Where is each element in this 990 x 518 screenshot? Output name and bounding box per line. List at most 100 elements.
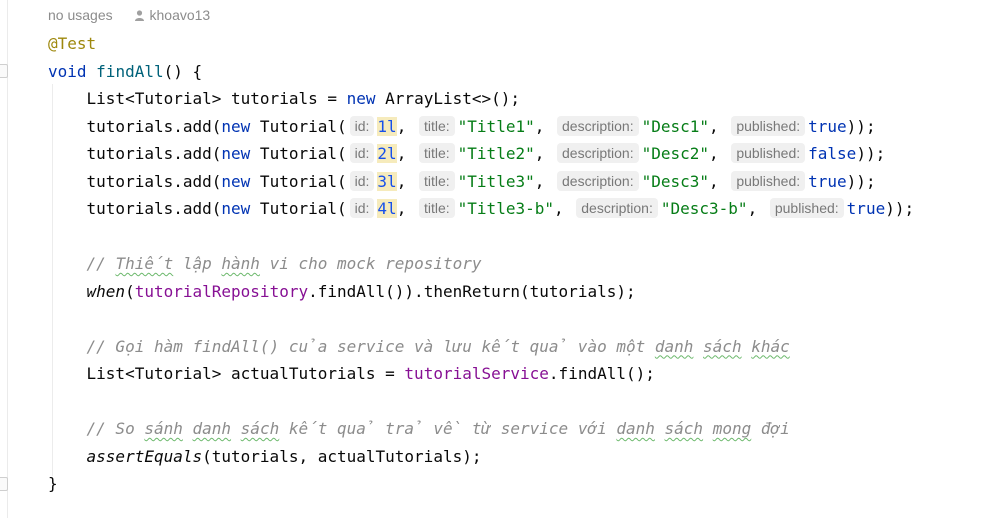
param-hint-title: title:	[418, 143, 455, 163]
annotation-test: @Test	[48, 34, 97, 53]
service-field: tutorialService	[404, 364, 549, 383]
code-line-assert: assertEquals(tutorials, actualTutorials)…	[48, 443, 914, 471]
comment-typo-word: sách	[664, 419, 704, 438]
comment-typo-word: sách	[240, 419, 280, 438]
code-line-add-1: tutorials.add(new Tutorial(id: 1l, title:…	[48, 113, 914, 141]
code-line-annotation: @Test	[48, 30, 914, 58]
param-hint-id: id:	[349, 143, 375, 163]
published-value: false	[808, 144, 857, 163]
when-rest: .findAll()).thenReturn(tutorials);	[308, 281, 636, 301]
comment-text	[655, 419, 665, 438]
add-end: ));	[846, 171, 876, 191]
add-prefix: tutorials.add(	[86, 116, 222, 136]
description-value: "Desc1"	[641, 116, 710, 136]
paren: (	[125, 281, 135, 301]
param-hint-description: description:	[557, 143, 639, 163]
comment-text: lập	[173, 254, 222, 273]
comma: ,	[709, 144, 719, 163]
comment-text: //	[86, 254, 116, 273]
param-hint-id: id:	[349, 115, 375, 136]
code-line-add-3: tutorials.add(new Tutorial(id: 3l, title:…	[48, 168, 914, 196]
code-line-comment-2: // Gọi hàm findAll() của service và lưu …	[48, 333, 914, 361]
description-value: "Desc3"	[641, 171, 710, 191]
comma: ,	[396, 116, 407, 136]
author-hint[interactable]: khoavo13	[134, 7, 210, 23]
param-hint-published: published:	[731, 115, 806, 136]
repository-field: tutorialRepository	[134, 281, 309, 301]
person-icon	[134, 10, 144, 21]
param-hint-description: description:	[557, 170, 639, 191]
comment-text	[742, 337, 752, 356]
comma: ,	[396, 199, 407, 218]
description-value: "Desc3-b"	[660, 199, 748, 218]
closing-brace: }	[48, 474, 58, 493]
keyword-void: void	[48, 61, 87, 81]
actual-type: List<Tutorial>	[86, 364, 222, 383]
title-value: "Title3"	[457, 171, 535, 191]
actual-rest: .findAll();	[548, 364, 655, 383]
param-hint-published: published:	[769, 198, 844, 218]
id-value: 3l	[377, 171, 397, 191]
title-value: "Title3-b"	[457, 199, 554, 218]
signature-rest: () {	[163, 61, 203, 81]
param-hint-title: title:	[418, 170, 455, 191]
code-line-list-decl: List<Tutorial> tutorials = new ArrayList…	[48, 85, 914, 113]
usages-hint[interactable]: no usages	[48, 7, 113, 23]
code-vision-hints: no usages khoavo13	[48, 6, 210, 24]
comment-text: // Gọi hàm findAll() của service và lưu …	[86, 336, 655, 356]
add-prefix: tutorials.add(	[86, 171, 222, 191]
id-value: 2l	[377, 144, 397, 163]
code-line-comment-1: // Thiết lập hành vi cho mock repository	[48, 250, 914, 278]
comment-typo-word: hành	[221, 254, 260, 273]
list-ctor: ArrayList<>();	[375, 89, 521, 108]
code-line-closing: }	[48, 470, 914, 498]
title-value: "Title2"	[457, 144, 535, 163]
comment-typo-word: sách	[703, 336, 742, 356]
add-end: ));	[846, 116, 876, 136]
id-value: 1l	[377, 116, 397, 136]
comma: ,	[709, 171, 719, 191]
add-ctor: Tutorial(	[250, 144, 347, 163]
comment-typo-word: danh	[616, 419, 655, 438]
code-line-when: when(tutorialRepository.findAll()).thenR…	[48, 278, 914, 306]
list-var: tutorials =	[221, 89, 347, 108]
add-end: ));	[885, 199, 915, 218]
comment-text	[183, 419, 193, 438]
add-ctor: Tutorial(	[250, 116, 347, 136]
comment-text: kết quả trả về từ service với	[279, 419, 617, 438]
comment-typo-word: sánh	[144, 419, 183, 438]
comment-text: vi cho mock repository	[259, 254, 482, 273]
comment-text	[693, 337, 703, 356]
param-hint-published: published:	[731, 170, 806, 191]
add-end: ));	[856, 144, 886, 163]
param-hint-description: description:	[576, 198, 658, 218]
list-type: List<Tutorial>	[86, 89, 222, 108]
fold-marker-method-start[interactable]	[0, 64, 8, 78]
comment-typo-word: danh	[192, 419, 232, 438]
comment-typo-word: khác	[751, 336, 790, 356]
param-hint-id: id:	[349, 170, 375, 191]
published-value: true	[808, 171, 847, 191]
code-line-actual: List<Tutorial> actualTutorials = tutoria…	[48, 360, 914, 388]
param-hint-title: title:	[418, 198, 455, 218]
code-line-add-4: tutorials.add(new Tutorial(id: 4l, title:…	[48, 195, 914, 223]
comment-text	[703, 419, 713, 438]
param-hint-published: published:	[731, 143, 806, 163]
code-line-add-2: tutorials.add(new Tutorial(id: 2l, title:…	[48, 140, 914, 168]
code-editor[interactable]: @Test void findAll() { List<Tutorial> tu…	[48, 30, 914, 498]
fold-marker-method-end[interactable]	[0, 477, 8, 491]
param-hint-id: id:	[349, 198, 375, 218]
comma: ,	[534, 116, 545, 136]
title-value: "Title1"	[457, 116, 535, 136]
comma: ,	[534, 171, 545, 191]
published-value: true	[808, 116, 847, 136]
method-name[interactable]: findAll	[96, 62, 163, 81]
comment-text: đợi	[751, 419, 790, 438]
actual-var: actualTutorials =	[221, 364, 405, 383]
param-hint-description: description:	[557, 115, 639, 136]
add-prefix: tutorials.add(	[86, 144, 222, 163]
keyword-new: new	[346, 89, 376, 108]
comma: ,	[709, 116, 719, 136]
